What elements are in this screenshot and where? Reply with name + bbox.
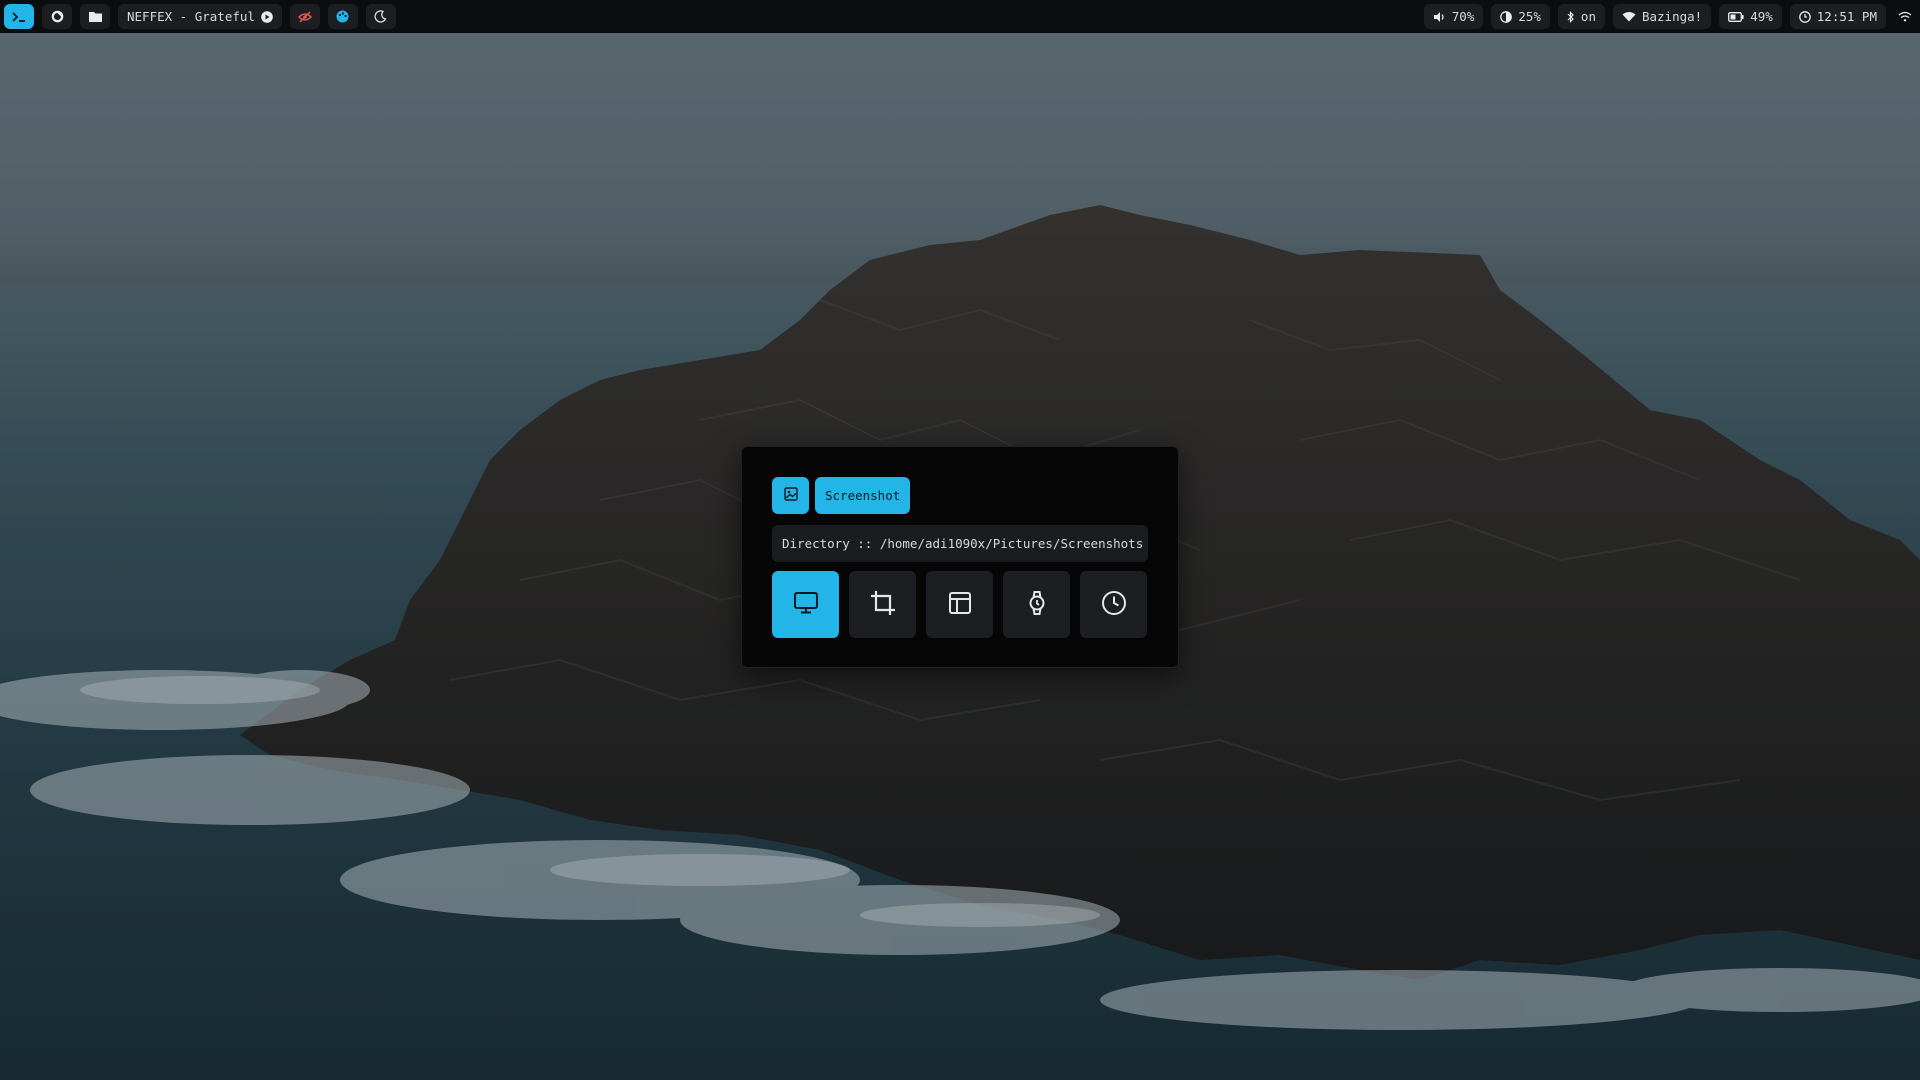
files-button[interactable] <box>80 4 110 29</box>
capture-timer-button[interactable] <box>1080 571 1147 638</box>
battery-chip[interactable]: 49% <box>1719 4 1782 29</box>
power-button[interactable] <box>42 4 72 29</box>
bar-left-section: NEFFEX - Grateful <box>4 4 396 29</box>
folder-icon <box>88 11 102 22</box>
battery-value: 49% <box>1750 9 1773 24</box>
play-icon[interactable] <box>261 10 273 23</box>
screenshot-menu: Screenshot Directory :: /home/adi1090x/P… <box>741 446 1179 668</box>
bluetooth-icon <box>1567 10 1575 23</box>
brightness-chip[interactable]: 25% <box>1491 4 1550 29</box>
wifi-network-name: Bazinga! <box>1641 9 1703 24</box>
capture-window-button[interactable] <box>926 571 993 638</box>
terminal-icon <box>12 11 26 23</box>
screen-record-button[interactable] <box>289 4 320 29</box>
clock-time: 12:51 PM <box>1816 9 1877 24</box>
eye-off-icon <box>297 10 312 23</box>
volume-chip[interactable]: 70% <box>1423 4 1484 29</box>
wifi-chip[interactable]: Bazinga! <box>1612 4 1712 29</box>
moon-icon <box>374 10 387 23</box>
battery-icon <box>1728 11 1744 22</box>
watch-icon <box>1027 590 1047 620</box>
clock-icon <box>1101 590 1127 620</box>
capture-delay-button[interactable] <box>1003 571 1070 638</box>
directory-field: Directory :: /home/adi1090x/Pictures/Scr… <box>772 525 1148 562</box>
crop-icon <box>870 590 896 620</box>
wifi-icon <box>1622 11 1636 22</box>
monitor-icon <box>793 591 819 619</box>
brightness-value: 25% <box>1518 9 1541 24</box>
network-button[interactable] <box>1894 4 1916 29</box>
screenshot-menu-header: Screenshot <box>772 477 911 514</box>
bluetooth-chip[interactable]: on <box>1557 4 1605 29</box>
power-icon <box>51 10 64 23</box>
clock-icon <box>1798 10 1811 23</box>
launcher-button[interactable] <box>4 4 34 29</box>
image-icon <box>783 486 798 505</box>
night-mode-button[interactable] <box>365 4 396 29</box>
media-player-chip[interactable]: NEFFEX - Grateful <box>118 4 282 29</box>
media-title: NEFFEX - Grateful <box>127 9 255 24</box>
wifi-icon <box>1898 11 1912 22</box>
screenshot-menu-title: Screenshot <box>815 477 911 514</box>
color-picker-button[interactable] <box>327 4 358 29</box>
capture-area-button[interactable] <box>849 571 916 638</box>
clock-chip[interactable]: 12:51 PM <box>1789 4 1886 29</box>
capture-screen-button[interactable] <box>772 571 839 638</box>
screenshot-mode-options <box>772 571 1147 638</box>
window-icon <box>948 591 972 619</box>
top-bar: NEFFEX - Grateful 70% 25% on Bazinga! 49… <box>0 0 1920 33</box>
bar-right-section: 70% 25% on Bazinga! 49% 12:51 PM <box>1423 4 1916 29</box>
screenshot-icon-badge <box>772 477 809 514</box>
bluetooth-status: on <box>1580 9 1596 24</box>
speaker-icon <box>1433 11 1446 23</box>
palette-icon <box>336 10 349 23</box>
volume-value: 70% <box>1451 9 1475 24</box>
brightness-icon <box>1500 10 1513 23</box>
